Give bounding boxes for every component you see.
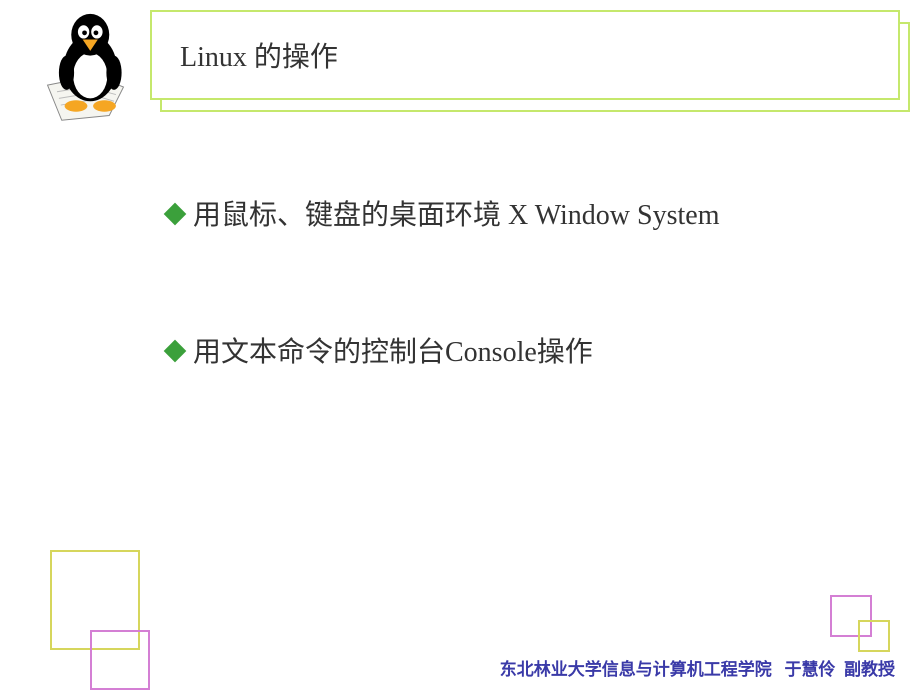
square-yellow-icon bbox=[858, 620, 890, 652]
decoration-bottom-right bbox=[830, 595, 900, 655]
footer-rank: 副教授 bbox=[844, 660, 895, 679]
square-purple-icon bbox=[90, 630, 150, 690]
decoration-bottom-left bbox=[40, 550, 180, 700]
slide-title: Linux 的操作 bbox=[180, 35, 338, 75]
diamond-bullet-icon bbox=[164, 340, 187, 363]
bullet-item: 用鼠标、键盘的桌面环境 X Window System bbox=[165, 195, 865, 237]
content-area: 用鼠标、键盘的桌面环境 X Window System 用文本命令的控制台Con… bbox=[165, 195, 865, 469]
title-box-front: Linux 的操作 bbox=[150, 10, 900, 100]
penguin-icon bbox=[38, 8, 133, 128]
tux-logo bbox=[38, 8, 133, 128]
footer: 东北林业大学信息与计算机工程学院 于慧伶 副教授 bbox=[500, 655, 895, 680]
footer-author: 于慧伶 bbox=[785, 660, 836, 679]
bullet-item: 用文本命令的控制台Console操作 bbox=[165, 332, 865, 374]
title-box: Linux 的操作 bbox=[150, 10, 910, 110]
bullet-text: 用文本命令的控制台Console操作 bbox=[193, 337, 593, 368]
footer-institution: 东北林业大学信息与计算机工程学院 bbox=[500, 660, 772, 679]
diamond-bullet-icon bbox=[164, 203, 187, 226]
bullet-text: 用鼠标、键盘的桌面环境 X Window System bbox=[193, 200, 719, 231]
